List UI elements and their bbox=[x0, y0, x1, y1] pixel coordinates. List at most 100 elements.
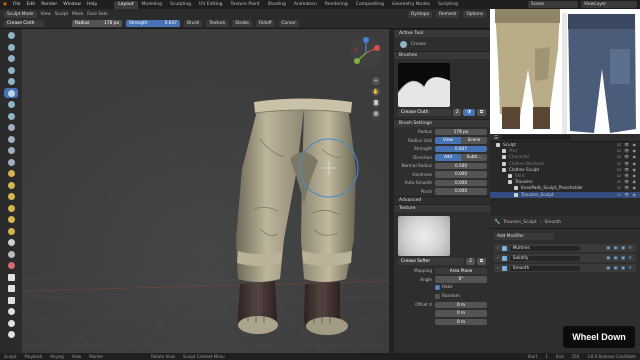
stroke-menu[interactable]: Stroke bbox=[232, 20, 252, 27]
rake-checkbox[interactable]: ✓ bbox=[435, 285, 440, 291]
scrape-brush-icon[interactable] bbox=[4, 157, 18, 167]
viewlayer-selector[interactable]: ViewLayer bbox=[581, 1, 637, 8]
radius-field[interactable]: Radius 178 px bbox=[72, 20, 122, 27]
radius-unit-scene[interactable]: Scene bbox=[461, 137, 487, 144]
line-project-icon[interactable] bbox=[4, 295, 18, 305]
falloff-menu[interactable]: Falloff bbox=[255, 20, 275, 27]
pinch-brush-icon[interactable] bbox=[4, 169, 18, 179]
brush-datablock-name[interactable]: Crease Cloth bbox=[398, 109, 451, 116]
angle-field[interactable]: 0° bbox=[435, 276, 487, 283]
tab-geometry-nodes[interactable]: Geometry Nodes bbox=[388, 1, 434, 9]
modifier-toggle-icons[interactable]: ▣ ▣ ▣ ✕ bbox=[606, 266, 636, 271]
cloth-brush-icon[interactable] bbox=[4, 226, 18, 236]
menu-sculpt[interactable]: Sculpt bbox=[55, 12, 68, 17]
strength-prop-field[interactable]: 0.647 bbox=[435, 145, 487, 152]
menu-window[interactable]: Window bbox=[60, 2, 84, 7]
texture-datablock-name[interactable]: Crease Softer bbox=[398, 258, 465, 265]
add-modifier-button[interactable]: Add Modifier bbox=[494, 233, 554, 240]
brush-users-count[interactable]: 2 bbox=[452, 109, 462, 116]
radius-unit-view[interactable]: View bbox=[435, 137, 461, 144]
section-active-tool[interactable]: Active Tool bbox=[394, 29, 490, 37]
section-brushes[interactable]: Brushes bbox=[394, 51, 490, 59]
section-texture[interactable]: Texture bbox=[394, 204, 490, 212]
clay-brush-icon[interactable] bbox=[4, 54, 18, 64]
menu-render[interactable]: Render bbox=[38, 2, 60, 7]
dyntopo-toggle[interactable]: Dyntopo bbox=[407, 10, 433, 18]
status-keying[interactable]: Keying bbox=[50, 354, 63, 359]
zoom-icon[interactable]: + bbox=[372, 77, 380, 85]
modifier-toggle-icons[interactable]: ▣ ▣ ▣ ✕ bbox=[606, 246, 636, 251]
mesh-filter-icon[interactable] bbox=[4, 307, 18, 317]
menu-help[interactable]: Help bbox=[84, 2, 100, 7]
remesh-menu[interactable]: Remesh bbox=[436, 10, 460, 18]
annotate-icon[interactable] bbox=[4, 330, 18, 340]
draw-sharp-brush-icon[interactable] bbox=[4, 42, 18, 52]
perspective-toggle-icon[interactable]: ▦ bbox=[372, 110, 380, 118]
menu-face-sets[interactable]: Face Sets bbox=[87, 12, 107, 17]
outliner-filter-icon[interactable]: ☰ bbox=[494, 135, 498, 141]
section-brush-settings[interactable]: Brush Settings bbox=[394, 119, 490, 127]
normal-radius-field[interactable]: 0.500 bbox=[435, 162, 487, 169]
menu-view[interactable]: View bbox=[41, 12, 51, 17]
random-checkbox[interactable] bbox=[435, 293, 440, 299]
mode-selector[interactable]: Sculpt Mode bbox=[4, 10, 37, 18]
modifier-name[interactable]: Smooth bbox=[509, 265, 580, 271]
crease-brush-icon[interactable] bbox=[4, 88, 18, 98]
clay-strips-brush-icon[interactable] bbox=[4, 65, 18, 75]
expand-chevron-icon[interactable]: › bbox=[497, 266, 499, 271]
section-advanced[interactable]: Advanced bbox=[394, 196, 490, 204]
tab-rendering[interactable]: Rendering bbox=[321, 1, 352, 9]
brush-menu[interactable]: Brush bbox=[184, 20, 203, 27]
grab-brush-icon[interactable] bbox=[4, 180, 18, 190]
pinch-field[interactable]: 0.000 bbox=[435, 188, 487, 195]
tab-layout[interactable]: Layout bbox=[114, 0, 138, 9]
blob-brush-icon[interactable] bbox=[4, 111, 18, 121]
modifier-name[interactable]: Multires bbox=[509, 245, 580, 251]
offset-x-field[interactable]: 0 m bbox=[435, 301, 487, 308]
tab-animation[interactable]: Animation bbox=[290, 1, 321, 9]
snake-hook-brush-icon[interactable] bbox=[4, 192, 18, 202]
3d-viewport[interactable]: User Perspective (0) Trousers_Sculpt bbox=[22, 29, 389, 353]
hardness-field[interactable]: 0.000 bbox=[435, 171, 487, 178]
outliner-search-field[interactable] bbox=[501, 135, 572, 140]
modifier-row[interactable]: › Multires ▣ ▣ ▣ ✕ bbox=[494, 244, 636, 252]
modifier-row[interactable]: › Smooth ▣ ▣ ▣ ✕ bbox=[494, 264, 636, 272]
brush-duplicate-icon[interactable]: ⧉ bbox=[476, 109, 486, 116]
modifier-toggle-icons[interactable]: ▣ ▣ ▣ ✕ bbox=[606, 256, 636, 261]
sculpt-mesh[interactable] bbox=[22, 29, 389, 353]
offset-y-field[interactable]: 0 m bbox=[435, 310, 487, 317]
flatten-brush-icon[interactable] bbox=[4, 134, 18, 144]
options-menu[interactable]: Options bbox=[463, 10, 486, 18]
tab-uv-editing[interactable]: UV Editing bbox=[195, 1, 226, 9]
navigation-gizmo[interactable] bbox=[348, 35, 384, 71]
modifier-name[interactable]: Solidify bbox=[509, 255, 580, 261]
direction-add[interactable]: Add bbox=[435, 154, 461, 161]
box-hide-icon[interactable] bbox=[4, 284, 18, 294]
brush-fake-user-icon[interactable]: 🛡 bbox=[463, 109, 475, 116]
radius-prop-field[interactable]: 178 px bbox=[435, 128, 487, 135]
tab-texture-paint[interactable]: Texture Paint bbox=[227, 1, 264, 9]
menu-file[interactable]: File bbox=[10, 2, 24, 7]
menu-mask[interactable]: Mask bbox=[72, 12, 83, 17]
layer-brush-icon[interactable] bbox=[4, 77, 18, 87]
expand-chevron-icon[interactable]: › bbox=[497, 256, 499, 261]
box-mask-icon[interactable] bbox=[4, 272, 18, 282]
brush-preview[interactable] bbox=[398, 63, 450, 107]
tab-compositing[interactable]: Compositing bbox=[352, 1, 388, 9]
texture-duplicate-icon[interactable]: ⧉ bbox=[476, 258, 486, 265]
pan-icon[interactable]: ✋ bbox=[372, 88, 380, 96]
thumb-brush-icon[interactable] bbox=[4, 203, 18, 213]
autosmooth-field[interactable]: 0.000 bbox=[435, 179, 487, 186]
tab-modeling[interactable]: Modeling bbox=[138, 1, 166, 9]
direction-subtract[interactable]: Subtr... bbox=[461, 154, 487, 161]
status-marker[interactable]: Marker bbox=[89, 354, 103, 359]
tab-shading[interactable]: Shading bbox=[264, 1, 290, 9]
transform-icon[interactable] bbox=[4, 318, 18, 328]
strength-field[interactable]: Strength 0.647 bbox=[126, 20, 180, 27]
expand-chevron-icon[interactable]: › bbox=[497, 246, 499, 251]
mask-brush-icon[interactable] bbox=[4, 249, 18, 259]
menu-edit[interactable]: Edit bbox=[23, 2, 38, 7]
cursor-menu[interactable]: Cursor bbox=[278, 20, 299, 27]
modifier-row[interactable]: › Solidify ▣ ▣ ▣ ✕ bbox=[494, 254, 636, 262]
draw-face-sets-icon[interactable] bbox=[4, 261, 18, 271]
